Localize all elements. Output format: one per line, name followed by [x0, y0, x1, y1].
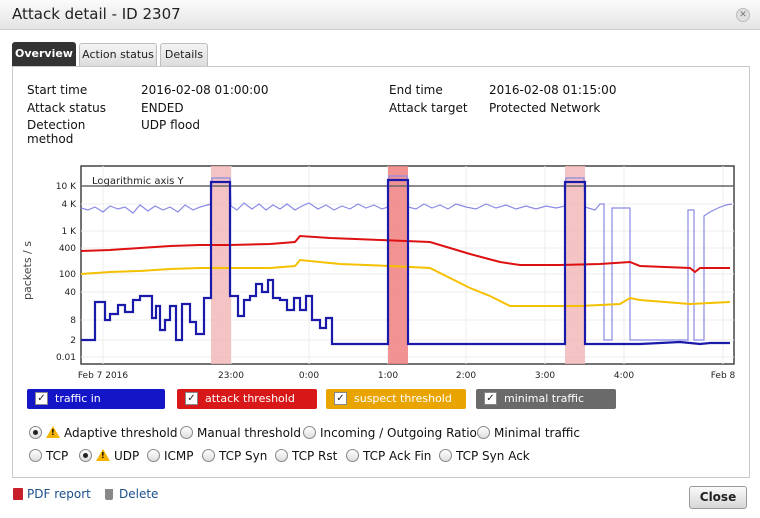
- protocol-tcp-syn-ack[interactable]: TCP Syn Ack: [439, 449, 530, 463]
- checkbox-checked-icon[interactable]: ✓: [484, 392, 497, 405]
- y-tick-label: 400: [59, 244, 76, 254]
- y-axis-label: packets / s: [21, 241, 34, 300]
- protocol-tcp-rst[interactable]: TCP Rst: [275, 449, 337, 463]
- x-tick-label: 4:00: [614, 371, 634, 381]
- y-tick-label: 0.01: [56, 353, 76, 363]
- radio-icon[interactable]: [275, 449, 288, 462]
- y-tick-label: 4 K: [62, 200, 78, 210]
- y-tick-label: 10 K: [56, 182, 77, 192]
- x-tick-label: Feb 7 2016: [78, 371, 129, 381]
- option-manual-threshold[interactable]: Manual threshold: [180, 426, 301, 440]
- option-minimal-traffic[interactable]: Minimal traffic: [477, 426, 580, 440]
- delete-link[interactable]: Delete: [105, 487, 158, 501]
- y-tick-label: 1 K: [62, 227, 78, 237]
- protocol-tcp[interactable]: TCP: [29, 449, 68, 463]
- checkbox-checked-icon[interactable]: ✓: [35, 392, 48, 405]
- radio-icon[interactable]: [202, 449, 215, 462]
- pdf-report-link[interactable]: PDF report: [13, 487, 91, 501]
- legend-traffic-in[interactable]: ✓ traffic in: [27, 389, 165, 409]
- protocol-udp[interactable]: ! UDP: [79, 449, 139, 463]
- legend-minimal-traffic[interactable]: ✓ minimal traffic: [476, 389, 616, 409]
- x-tick-label: 1:00: [378, 371, 398, 381]
- traffic-chart: packets / s Logarithmic axis Y 10 K4 K1 …: [21, 165, 736, 381]
- protocol-tcp-syn[interactable]: TCP Syn: [202, 449, 267, 463]
- y-tick-label: 2: [70, 336, 76, 346]
- attack-period-band: [211, 166, 231, 364]
- attack-period-band: [388, 166, 408, 364]
- warning-icon: !: [46, 426, 60, 438]
- checkbox-checked-icon[interactable]: ✓: [334, 392, 347, 405]
- radio-icon[interactable]: [29, 449, 42, 462]
- legend-attack-threshold[interactable]: ✓ attack threshold: [177, 389, 317, 409]
- option-adaptive-threshold[interactable]: ! Adaptive threshold: [29, 426, 177, 440]
- radio-icon[interactable]: [439, 449, 452, 462]
- x-tick-label: 3:00: [535, 371, 555, 381]
- protocol-icmp[interactable]: ICMP: [147, 449, 194, 463]
- protocol-tcp-ack-fin[interactable]: TCP Ack Fin: [346, 449, 431, 463]
- y-tick-label: 40: [65, 288, 77, 298]
- checkbox-checked-icon[interactable]: ✓: [185, 392, 198, 405]
- close-button[interactable]: Close: [689, 486, 747, 509]
- trash-icon: [105, 489, 113, 500]
- x-tick-label: 23:00: [218, 371, 244, 381]
- x-tick-label: 2:00: [456, 371, 476, 381]
- radio-icon[interactable]: [180, 426, 193, 439]
- legend-suspect-threshold[interactable]: ✓ suspect threshold: [326, 389, 466, 409]
- radio-icon[interactable]: [303, 426, 316, 439]
- radio-icon[interactable]: [147, 449, 160, 462]
- y-tick-label: 100: [59, 270, 76, 280]
- x-tick-label: 0:00: [299, 371, 319, 381]
- y-tick-label: 8: [70, 316, 76, 326]
- radio-icon[interactable]: [477, 426, 490, 439]
- x-tick-label: Feb 8: [711, 371, 736, 381]
- radio-icon[interactable]: [346, 449, 359, 462]
- radio-selected-icon[interactable]: [79, 449, 92, 462]
- pdf-icon: [13, 488, 23, 500]
- option-incoming-outgoing-ratio[interactable]: Incoming / Outgoing Ratio: [303, 426, 477, 440]
- radio-selected-icon[interactable]: [29, 426, 42, 439]
- warning-icon: !: [96, 449, 110, 461]
